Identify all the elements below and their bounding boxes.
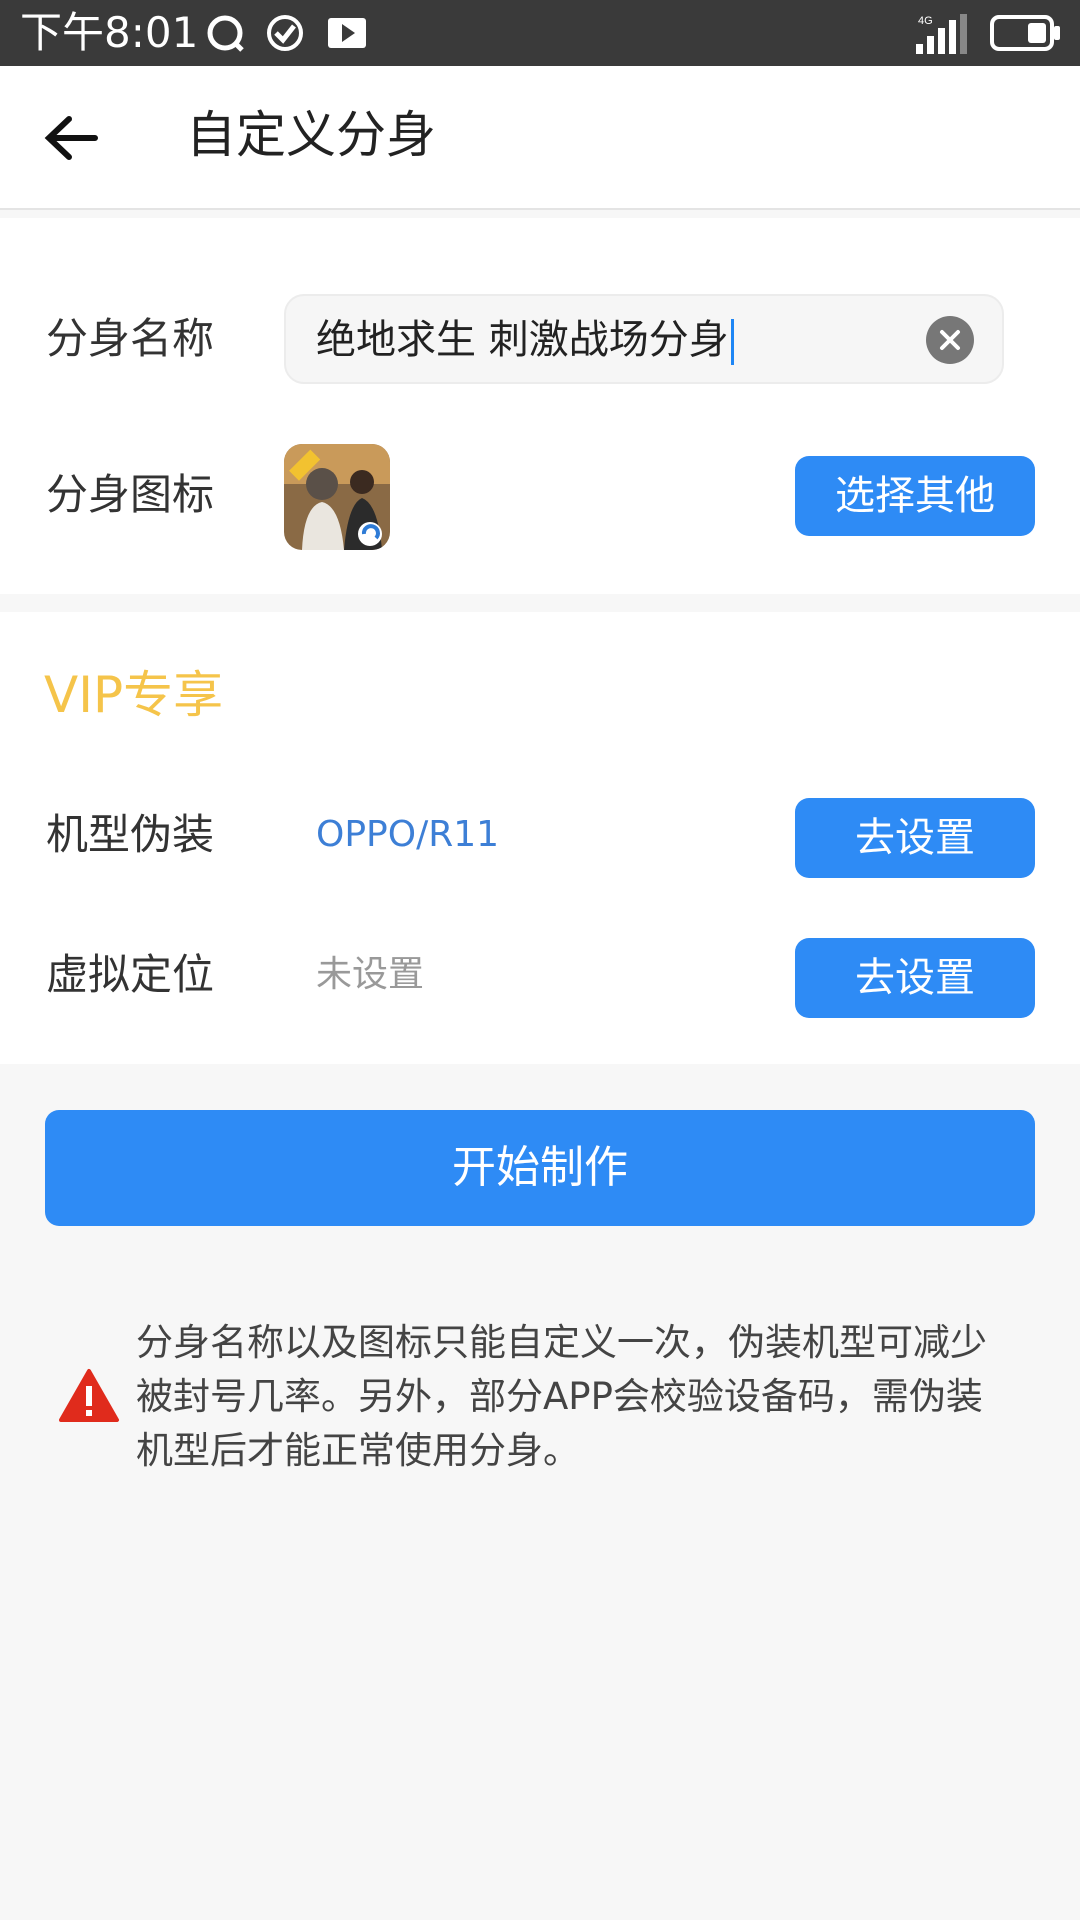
device-disguise-value: OPPO/R11 — [316, 814, 500, 855]
device-disguise-label: 机型伪装 — [46, 810, 215, 859]
vip-title: VIP专享 — [44, 666, 224, 724]
clone-name-value: 绝地求生 刺激战场分身 — [316, 317, 729, 363]
signal-icon: 4G — [914, 12, 976, 60]
status-bar: 下午8:01 4G — [0, 0, 1080, 66]
virtual-location-setting-button[interactable]: 去设置 — [795, 938, 1035, 1018]
start-making-button[interactable]: 开始制作 — [45, 1110, 1035, 1226]
back-arrow-icon — [44, 116, 98, 160]
clone-app-icon — [284, 444, 390, 550]
page-title: 自定义分身 — [186, 106, 436, 164]
check-circle-icon — [264, 12, 306, 58]
text-caret — [730, 319, 734, 365]
virtual-location-label: 虚拟定位 — [46, 950, 215, 999]
status-time: 下午8:01 — [20, 8, 199, 57]
icon-label: 分身图标 — [46, 470, 215, 519]
clear-icon — [940, 330, 960, 350]
play-icon — [326, 12, 368, 58]
virtual-location-value: 未设置 — [316, 954, 425, 995]
clone-name-input[interactable]: 绝地求生 刺激战场分身 — [284, 294, 1004, 384]
qq-icon — [204, 12, 246, 58]
name-label: 分身名称 — [46, 314, 215, 363]
network-type: 4G — [918, 15, 933, 27]
battery-icon — [990, 14, 1062, 56]
clone-settings-card: 分身名称 绝地求生 刺激战场分身 分身图标 选择其他 — [0, 218, 1080, 594]
back-button[interactable] — [36, 108, 106, 168]
choose-other-icon-button[interactable]: 选择其他 — [795, 456, 1035, 536]
clear-button[interactable] — [926, 316, 974, 364]
app-bar: 自定义分身 — [0, 66, 1080, 210]
vip-card: VIP专享 机型伪装 OPPO/R11 去设置 虚拟定位 未设置 去设置 — [0, 612, 1080, 1064]
notice-text: 分身名称以及图标只能自定义一次，伪装机型可减少被封号几率。另外，部分APP会校验… — [136, 1321, 987, 1472]
device-disguise-setting-button[interactable]: 去设置 — [795, 798, 1035, 878]
warning-icon — [58, 1368, 120, 1428]
